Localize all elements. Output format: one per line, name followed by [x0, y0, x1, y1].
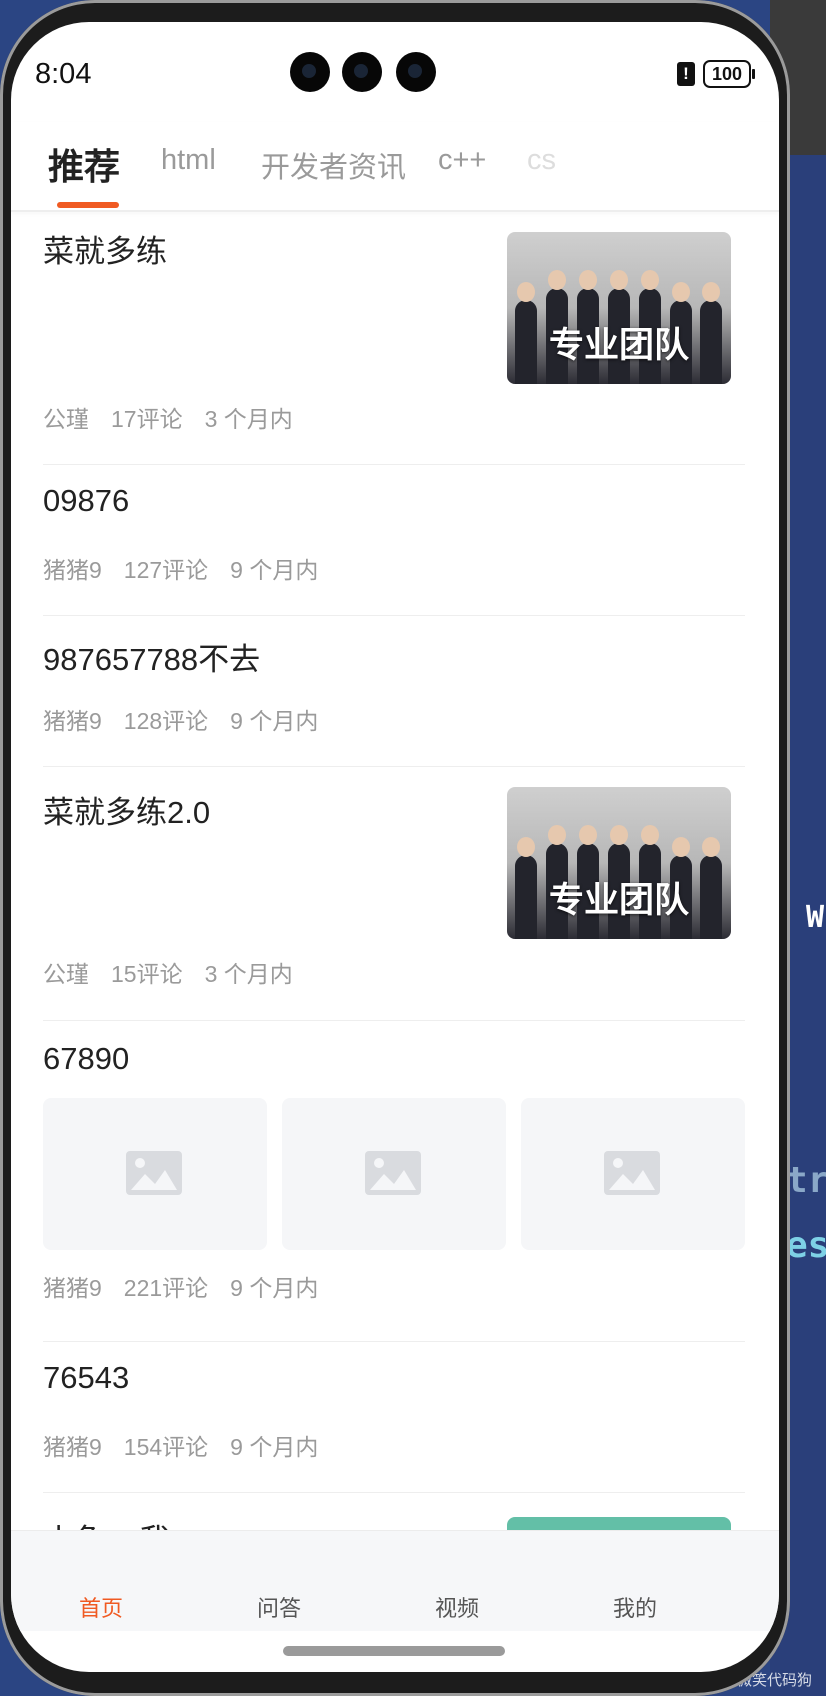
bottom-navigation: 首页 问答 视频 我的: [11, 1530, 779, 1631]
article-comments: 154评论: [123, 1434, 209, 1460]
tab-html[interactable]: html: [161, 144, 216, 177]
article-item[interactable]: 菜就多练2.0 专业团队 公瑾 15评论 3 个月内: [43, 767, 745, 1021]
article-meta: 猪猪9 221评论 9 个月内: [43, 1269, 318, 1303]
image-placeholder: [43, 1098, 267, 1250]
status-time: 8:04: [35, 58, 92, 90]
camera-icon: [396, 52, 436, 92]
article-author: 公瑾: [43, 406, 89, 432]
article-title: 76543: [43, 1360, 130, 1395]
nav-video[interactable]: 视频: [435, 1591, 479, 1623]
article-title: 菜就多练2.0: [43, 795, 211, 830]
article-meta: 公瑾 17评论 3 个月内: [43, 400, 293, 434]
article-time: 9 个月内: [230, 708, 319, 734]
article-time: 9 个月内: [230, 557, 319, 583]
article-meta: 公瑾 15评论 3 个月内: [43, 955, 293, 989]
thumbnail-caption: 专业团队: [548, 881, 689, 920]
status-icons: ! 100: [677, 60, 755, 88]
image-placeholder: [282, 1098, 506, 1250]
image-placeholder-icon: [604, 1151, 660, 1195]
article-item[interactable]: 菜就多练 专业团队 公瑾 17评论 3 个月内: [43, 212, 745, 465]
article-meta: 猪猪9 128评论 9 个月内: [43, 702, 318, 736]
nav-profile[interactable]: 我的: [613, 1591, 657, 1623]
article-comments: 15评论: [111, 961, 183, 987]
nav-home[interactable]: 首页: [79, 1591, 123, 1623]
tab-cs[interactable]: cs: [527, 144, 556, 177]
article-meta: 猪猪9 127评论 9 个月内: [43, 551, 318, 585]
article-time: 9 个月内: [230, 1275, 319, 1301]
article-item[interactable]: 76543 猪猪9 154评论 9 个月内: [43, 1342, 745, 1493]
article-feed[interactable]: 菜就多练 专业团队 公瑾 17评论 3 个月内 09876 猪猪9 127评论 …: [11, 212, 779, 1530]
article-item[interactable]: 987657788不去 猪猪9 128评论 9 个月内: [43, 616, 745, 767]
article-title: 987657788不去: [43, 642, 261, 677]
article-title: 菜就多练: [43, 234, 167, 269]
camera-icon: [290, 52, 330, 92]
background-code-tr: tr: [786, 1160, 826, 1201]
article-comments: 17评论: [111, 406, 183, 432]
article-title: 67890: [43, 1041, 130, 1076]
background-code-es: es: [786, 1225, 826, 1266]
article-item[interactable]: 67890 猪猪9 221评论 9 个月内: [43, 1021, 745, 1342]
image-placeholder-icon: [365, 1151, 421, 1195]
article-author: 猪猪9: [43, 1275, 102, 1301]
article-title: 小兔... 我: [43, 1515, 170, 1530]
article-comments: 221评论: [123, 1275, 209, 1301]
article-item[interactable]: 小兔... 我: [43, 1493, 745, 1530]
battery-icon: 100: [703, 60, 755, 88]
article-author: 猪猪9: [43, 1434, 102, 1460]
home-indicator[interactable]: [283, 1646, 505, 1656]
active-tab-indicator: [57, 202, 119, 208]
tab-recommend[interactable]: 推荐: [48, 138, 120, 190]
phone-screen: 8:04 ! 100 推荐 html 开发者资讯 c++ cs 菜就多练 专业团…: [11, 22, 779, 1672]
article-comments: 128评论: [123, 708, 209, 734]
article-author: 猪猪9: [43, 708, 102, 734]
article-time: 9 个月内: [230, 1434, 319, 1460]
article-time: 3 个月内: [204, 406, 293, 432]
category-tabs: 推荐 html 开发者资讯 c++ cs: [11, 122, 779, 212]
article-item[interactable]: 09876 猪猪9 127评论 9 个月内: [43, 465, 745, 616]
tab-developer-news[interactable]: 开发者资讯: [261, 144, 406, 186]
article-thumbnail: [507, 1517, 731, 1530]
article-meta: 猪猪9 154评论 9 个月内: [43, 1428, 318, 1462]
article-time: 3 个月内: [204, 961, 293, 987]
tab-cpp[interactable]: c++: [438, 144, 486, 177]
image-placeholder-icon: [126, 1151, 182, 1195]
nav-qa[interactable]: 问答: [257, 1591, 301, 1623]
camera-icon: [342, 52, 382, 92]
phone-frame: 8:04 ! 100 推荐 html 开发者资讯 c++ cs 菜就多练 专业团…: [0, 0, 790, 1696]
article-thumbnail: 专业团队: [507, 787, 731, 939]
article-thumbnail: 专业团队: [507, 232, 731, 384]
thumbnail-caption: 专业团队: [548, 326, 689, 365]
alert-icon: !: [677, 62, 695, 86]
background-code-w: W: [806, 900, 825, 935]
article-comments: 127评论: [123, 557, 209, 583]
article-title: 09876: [43, 483, 130, 518]
article-author: 猪猪9: [43, 557, 102, 583]
article-author: 公瑾: [43, 961, 89, 987]
image-placeholder: [521, 1098, 745, 1250]
